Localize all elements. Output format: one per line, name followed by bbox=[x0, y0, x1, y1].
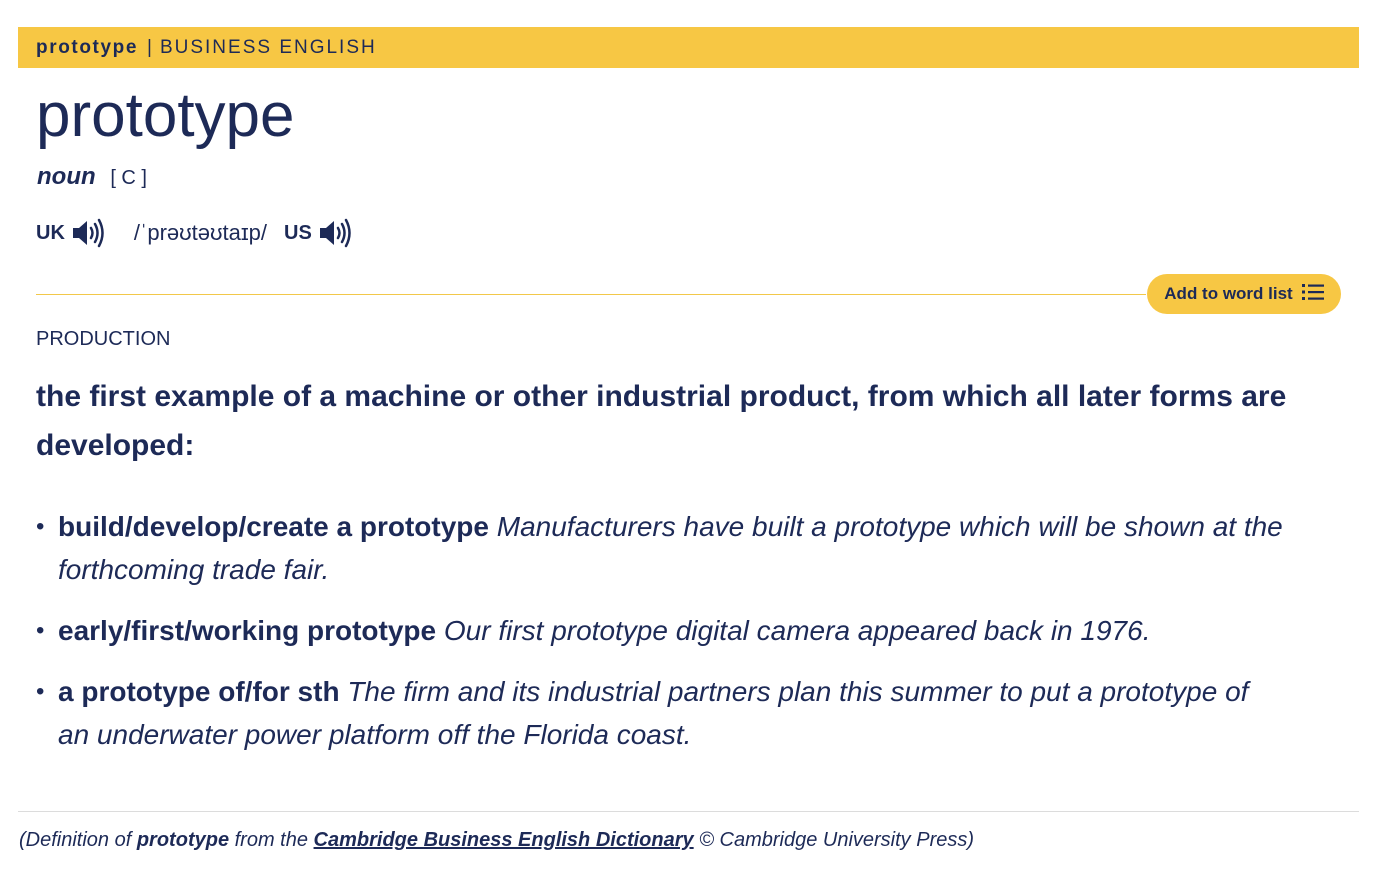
example-list: build/develop/create a prototype Manufac… bbox=[36, 505, 1286, 774]
header-separator: | bbox=[147, 36, 152, 58]
example-item: a prototype of/for sth The firm and its … bbox=[36, 670, 1286, 756]
attribution-footer: (Definition of prototype from the Cambri… bbox=[19, 829, 974, 852]
footer-middle: from the bbox=[234, 829, 308, 851]
us-speaker-icon[interactable] bbox=[318, 218, 354, 248]
example-item: build/develop/create a prototype Manufac… bbox=[36, 505, 1286, 591]
example-collocation: early/first/working prototype bbox=[58, 615, 437, 646]
list-icon bbox=[1293, 283, 1324, 306]
footer-prefix: (Definition of bbox=[19, 829, 132, 851]
add-to-word-list-button[interactable]: Add to word list bbox=[1147, 274, 1341, 314]
ipa-pronunciation: /ˈprəʊtəʊtaɪp/ bbox=[133, 220, 268, 245]
footer-word: prototype bbox=[136, 829, 230, 851]
grammar-code: [ C ] bbox=[110, 167, 147, 189]
us-label: US bbox=[284, 221, 312, 244]
definition: the first example of a machine or other … bbox=[36, 380, 1287, 462]
domain-label: PRODUCTION bbox=[36, 328, 171, 350]
uk-speaker-icon[interactable] bbox=[71, 218, 107, 248]
footer-suffix: © Cambridge University Press) bbox=[699, 829, 975, 851]
example-sentence: Our first prototype digital camera appea… bbox=[443, 615, 1151, 646]
header-word: prototype bbox=[36, 36, 139, 58]
headword: prototype bbox=[36, 81, 295, 150]
example-item: early/first/working prototype Our first … bbox=[36, 609, 1286, 652]
part-of-speech-line: noun [ C ] bbox=[37, 163, 147, 191]
add-to-word-list-label: Add to word list bbox=[1164, 284, 1293, 303]
footer-divider bbox=[18, 811, 1359, 812]
header-source: BUSINESS ENGLISH bbox=[159, 36, 377, 58]
pronunciation-line: UK /ˈprəʊtəʊtaɪp/ US bbox=[36, 213, 354, 253]
example-collocation: build/develop/create a prototype bbox=[58, 511, 489, 542]
part-of-speech: noun bbox=[37, 163, 96, 190]
uk-label: UK bbox=[36, 221, 65, 244]
dictionary-link[interactable]: Cambridge Business English Dictionary bbox=[314, 829, 694, 851]
section-divider bbox=[36, 294, 1146, 295]
entry-header-bar: prototype | BUSINESS ENGLISH bbox=[18, 27, 1359, 68]
example-collocation: a prototype of/for sth bbox=[58, 676, 340, 707]
